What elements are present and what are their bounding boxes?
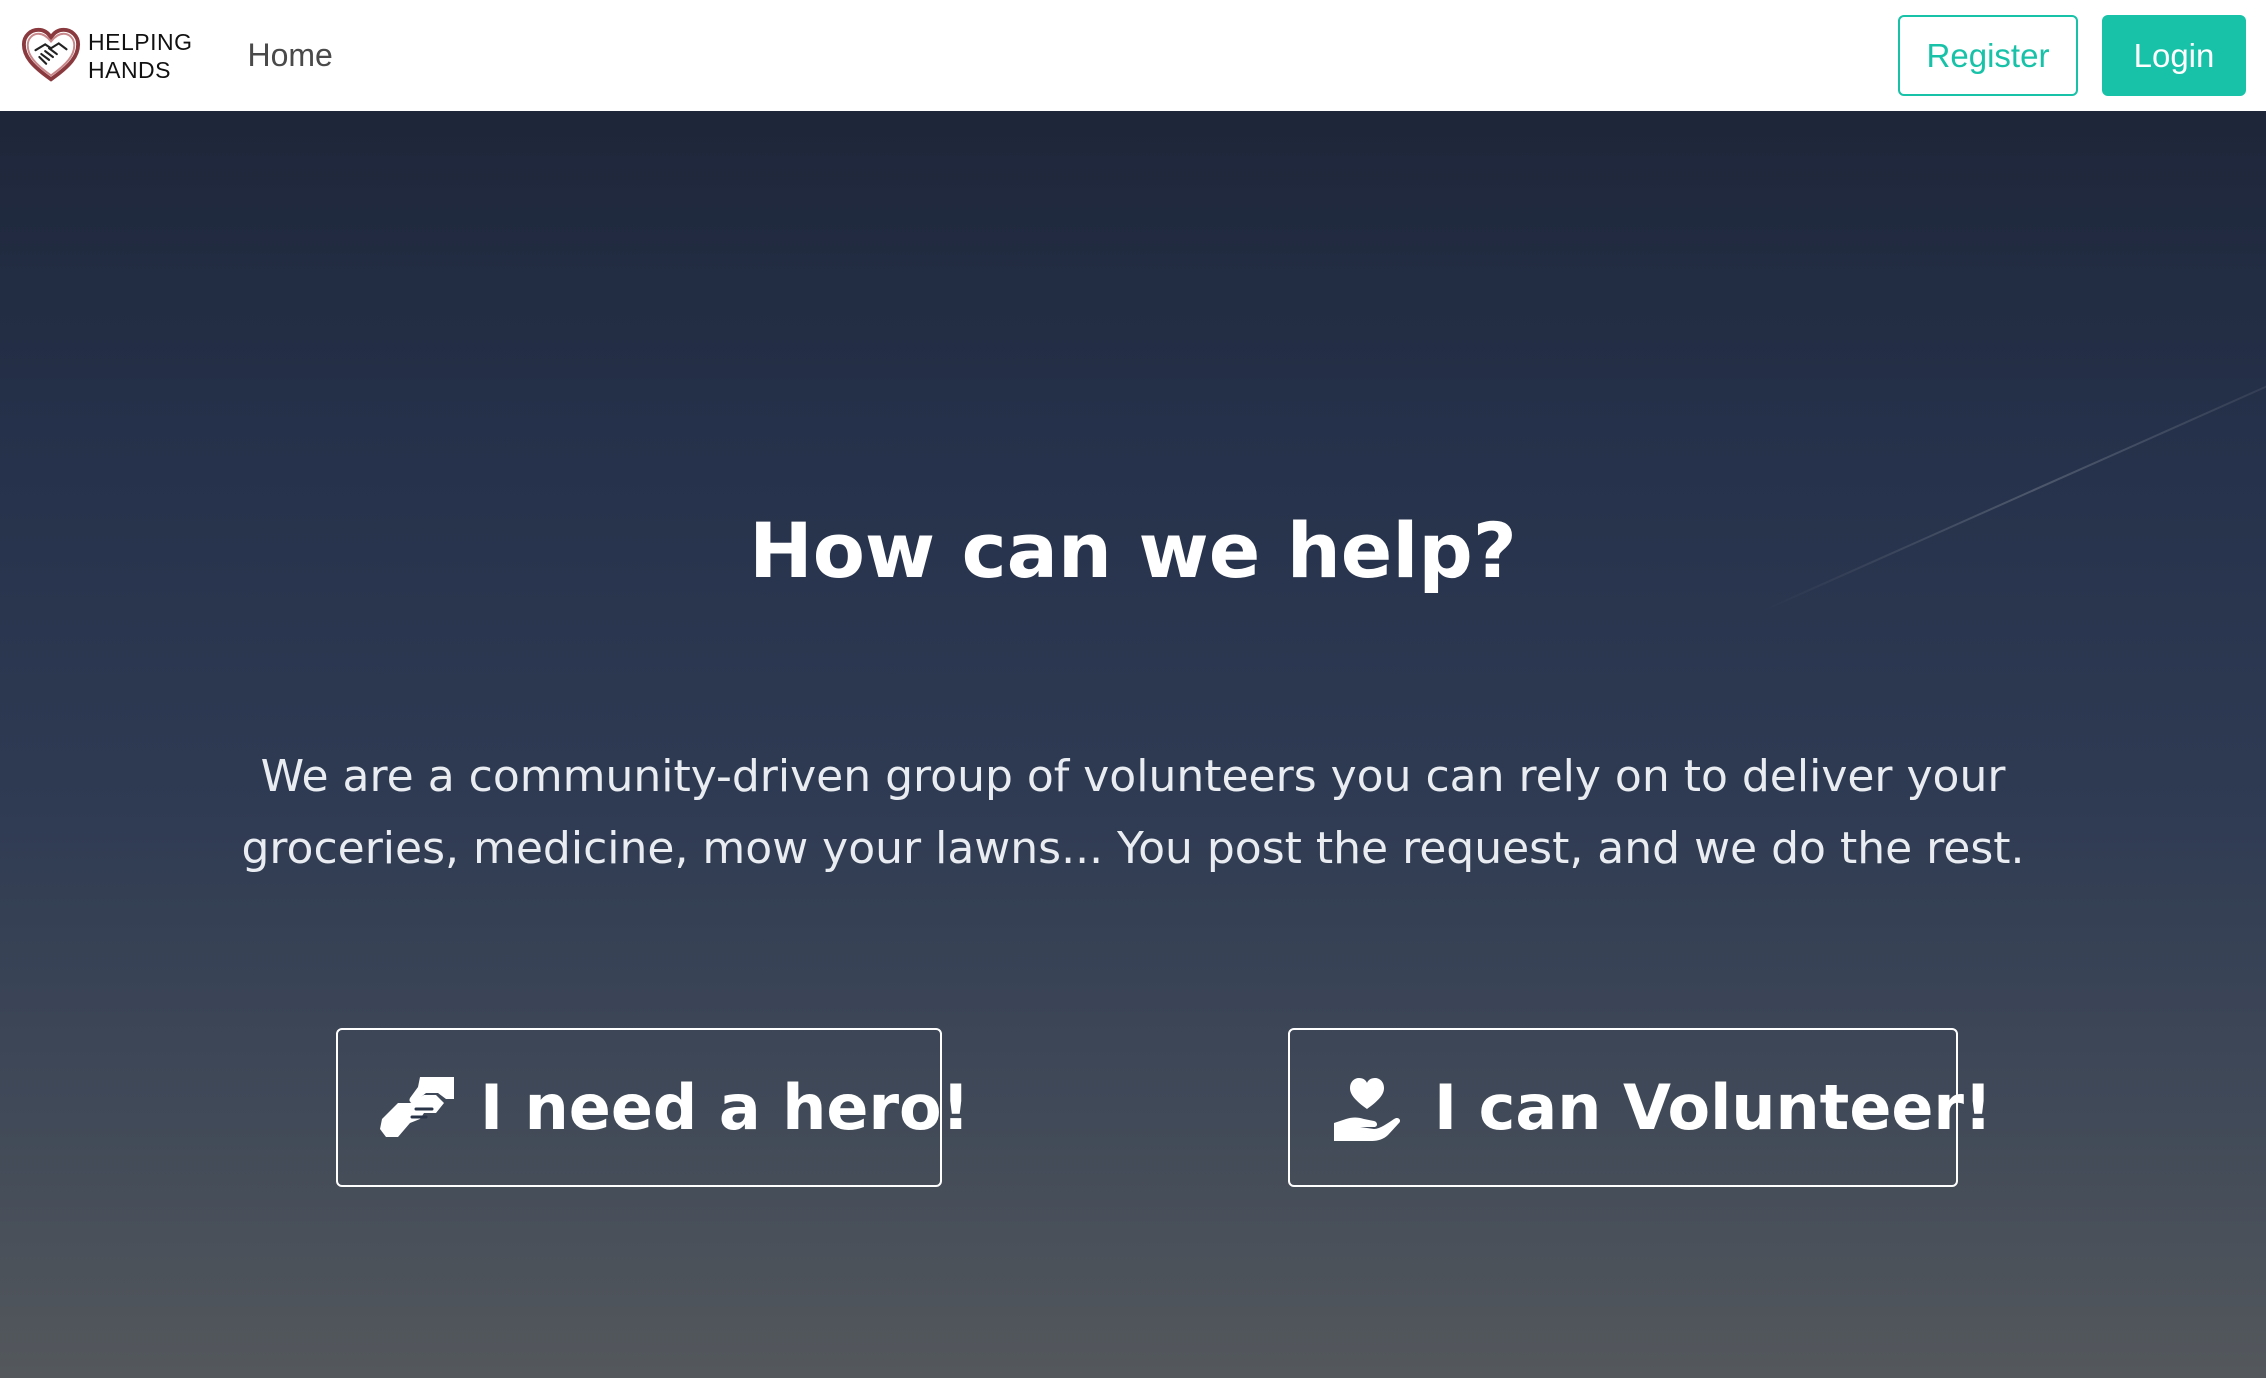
- heart-handshake-icon: [21, 27, 81, 82]
- hero-title: How can we help?: [749, 506, 1517, 595]
- brand-logo-link[interactable]: HELPING HANDS: [20, 25, 192, 87]
- need-hero-label: I need a hero!: [480, 1071, 970, 1144]
- hand-holding-heart-icon: [1334, 1077, 1401, 1141]
- register-button[interactable]: Register: [1898, 15, 2078, 96]
- volunteer-label: I can Volunteer!: [1434, 1071, 1993, 1144]
- nav-home-link[interactable]: Home: [247, 37, 332, 74]
- hero-description: We are a community-driven group of volun…: [241, 751, 2025, 874]
- top-navbar: HELPING HANDS Home Register Login: [0, 0, 2266, 111]
- brand-line-1: HELPING: [88, 28, 193, 55]
- brand-line-2: HANDS: [88, 56, 172, 83]
- nav-actions: Register Login: [1898, 15, 2246, 96]
- hands-helping-icon: [380, 1076, 454, 1137]
- hero-section: How can we help? We are a community-driv…: [0, 111, 2266, 1378]
- volunteer-button[interactable]: I can Volunteer!: [1288, 1028, 1992, 1187]
- brand-name: HELPING HANDS: [88, 28, 192, 84]
- need-hero-button[interactable]: I need a hero!: [336, 1028, 970, 1187]
- login-button[interactable]: Login: [2102, 15, 2246, 96]
